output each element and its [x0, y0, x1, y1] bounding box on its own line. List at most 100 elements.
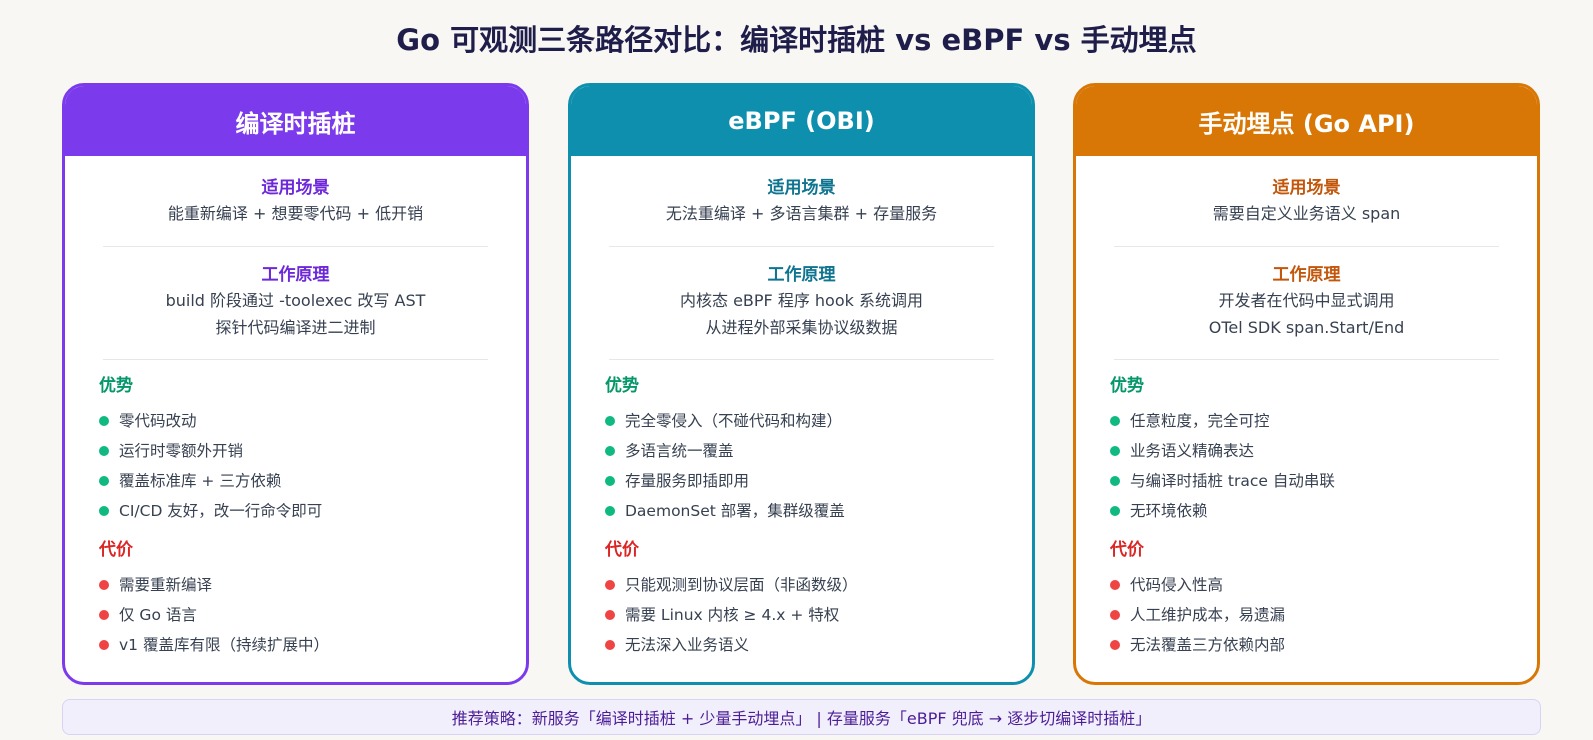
bullet-dot-icon [605, 506, 615, 516]
pros-title: 优势 [99, 376, 133, 396]
pros-list: 任意粒度，完全可控 业务语义精确表达 与编译时插桩 trace 自动串联 无环境… [1110, 406, 1537, 526]
bullet-dot-icon [99, 416, 109, 426]
pro-text: 存量服务即插即用 [625, 472, 750, 490]
pro-text: 完全零侵入（不碰代码和构建） [625, 412, 843, 430]
con-text: 只能观测到协议层面（非函数级） [625, 576, 858, 594]
con-text: 需要 Linux 内核 ≥ 4.x + 特权 [625, 606, 840, 624]
list-item: 需要重新编译 [99, 570, 526, 600]
scene-title: 适用场景 [261, 178, 330, 198]
cons-title: 代价 [1110, 540, 1144, 560]
list-item: 业务语义精确表达 [1110, 436, 1537, 466]
list-item: 完全零侵入（不碰代码和构建） [605, 406, 1032, 436]
scene-title: 适用场景 [767, 178, 836, 198]
principle-line: OTel SDK span.Start/End [1208, 318, 1405, 337]
bullet-dot-icon [605, 580, 615, 590]
bullet-dot-icon [1110, 416, 1120, 426]
scene-section: 适用场景 能重新编译 + 想要零代码 + 低开销 [65, 156, 526, 246]
pro-text: 任意粒度，完全可控 [1130, 412, 1270, 430]
bullet-dot-icon [605, 446, 615, 456]
principle-line: 开发者在代码中显式调用 [1218, 291, 1395, 310]
recommendation-banner: 推荐策略：新服务「编译时插桩 + 少量手动埋点」 | 存量服务「eBPF 兜底 … [62, 699, 1541, 735]
list-item: 多语言统一覆盖 [605, 436, 1032, 466]
list-item: 人工维护成本，易遗漏 [1110, 600, 1537, 630]
scene-text: 能重新编译 + 想要零代码 + 低开销 [167, 204, 424, 223]
list-item: CI/CD 友好，改一行命令即可 [99, 496, 526, 526]
pros-title: 优势 [1110, 376, 1144, 396]
con-text: 无法深入业务语义 [625, 636, 750, 654]
list-item: 需要 Linux 内核 ≥ 4.x + 特权 [605, 600, 1032, 630]
pro-text: CI/CD 友好，改一行命令即可 [119, 502, 323, 520]
pros-title: 优势 [605, 376, 639, 396]
principle-title: 工作原理 [261, 265, 330, 285]
scene-text: 无法重编译 + 多语言集群 + 存量服务 [665, 204, 938, 223]
pro-text: 无环境依赖 [1130, 502, 1208, 520]
principle-line: 从进程外部采集协议级数据 [705, 318, 898, 337]
card-manual-instrumentation: 手动埋点 (Go API) 适用场景 需要自定义业务语义 span 工作原理 开… [1073, 83, 1540, 685]
list-item: 与编译时插桩 trace 自动串联 [1110, 466, 1537, 496]
bullet-dot-icon [1110, 580, 1120, 590]
pros-cons-block: 优势 零代码改动 运行时零额外开销 覆盖标准库 + 三方依赖 CI/CD 友好，… [65, 374, 526, 660]
card-header: eBPF (OBI) [571, 86, 1032, 156]
list-item: 零代码改动 [99, 406, 526, 436]
list-item: v1 覆盖库有限（持续扩展中） [99, 630, 526, 660]
bullet-dot-icon [99, 610, 109, 620]
bullet-dot-icon [1110, 476, 1120, 486]
list-item: 无法深入业务语义 [605, 630, 1032, 660]
divider [1114, 359, 1499, 360]
cons-title: 代价 [605, 540, 639, 560]
bullet-dot-icon [1110, 446, 1120, 456]
list-item: 仅 Go 语言 [99, 600, 526, 630]
bullet-dot-icon [99, 640, 109, 650]
card-compile-instrumentation: 编译时插桩 适用场景 能重新编译 + 想要零代码 + 低开销 工作原理 buil… [62, 83, 529, 685]
card-header: 手动埋点 (Go API) [1076, 86, 1537, 156]
list-item: 无环境依赖 [1110, 496, 1537, 526]
bullet-dot-icon [99, 446, 109, 456]
bullet-dot-icon [605, 416, 615, 426]
principle-title: 工作原理 [1272, 265, 1341, 285]
bullet-dot-icon [605, 640, 615, 650]
bullet-dot-icon [99, 580, 109, 590]
cons-list: 代码侵入性高 人工维护成本，易遗漏 无法覆盖三方依赖内部 [1110, 570, 1537, 660]
pros-list: 零代码改动 运行时零额外开销 覆盖标准库 + 三方依赖 CI/CD 友好，改一行… [99, 406, 526, 526]
list-item: 代码侵入性高 [1110, 570, 1537, 600]
pro-text: 运行时零额外开销 [119, 442, 244, 460]
list-item: 运行时零额外开销 [99, 436, 526, 466]
cons-list: 需要重新编译 仅 Go 语言 v1 覆盖库有限（持续扩展中） [99, 570, 526, 660]
pros-cons-block: 优势 任意粒度，完全可控 业务语义精确表达 与编译时插桩 trace 自动串联 … [1076, 374, 1537, 660]
cons-title: 代价 [99, 540, 133, 560]
cons-list: 只能观测到协议层面（非函数级） 需要 Linux 内核 ≥ 4.x + 特权 无… [605, 570, 1032, 660]
bullet-dot-icon [99, 506, 109, 516]
divider [103, 359, 488, 360]
list-item: 只能观测到协议层面（非函数级） [605, 570, 1032, 600]
bullet-dot-icon [1110, 640, 1120, 650]
scene-section: 适用场景 需要自定义业务语义 span [1076, 156, 1537, 246]
bullet-dot-icon [605, 610, 615, 620]
list-item: 任意粒度，完全可控 [1110, 406, 1537, 436]
pro-text: 与编译时插桩 trace 自动串联 [1130, 472, 1335, 490]
list-item: DaemonSet 部署，集群级覆盖 [605, 496, 1032, 526]
bullet-dot-icon [1110, 506, 1120, 516]
list-item: 覆盖标准库 + 三方依赖 [99, 466, 526, 496]
list-item: 存量服务即插即用 [605, 466, 1032, 496]
con-text: 仅 Go 语言 [119, 606, 197, 624]
pro-text: 多语言统一覆盖 [625, 442, 734, 460]
con-text: v1 覆盖库有限（持续扩展中） [119, 636, 329, 654]
principle-section: 工作原理 内核态 eBPF 程序 hook 系统调用 从进程外部采集协议级数据 [571, 247, 1032, 359]
con-text: 人工维护成本，易遗漏 [1130, 606, 1286, 624]
pros-list: 完全零侵入（不碰代码和构建） 多语言统一覆盖 存量服务即插即用 DaemonSe… [605, 406, 1032, 526]
principle-line: build 阶段通过 -toolexec 改写 AST [165, 291, 426, 310]
page: Go 可观测三条路径对比：编译时插桩 vs eBPF vs 手动埋点 编译时插桩… [0, 0, 1593, 740]
pro-text: 覆盖标准库 + 三方依赖 [119, 472, 282, 490]
bullet-dot-icon [99, 476, 109, 486]
pro-text: 业务语义精确表达 [1130, 442, 1255, 460]
con-text: 无法覆盖三方依赖内部 [1130, 636, 1286, 654]
con-text: 需要重新编译 [119, 576, 213, 594]
card-ebpf: eBPF (OBI) 适用场景 无法重编译 + 多语言集群 + 存量服务 工作原… [568, 83, 1035, 685]
principle-line: 探针代码编译进二进制 [215, 318, 376, 337]
pro-text: DaemonSet 部署，集群级覆盖 [625, 502, 845, 520]
card-header: 编译时插桩 [65, 86, 526, 156]
scene-text: 需要自定义业务语义 span [1212, 204, 1401, 223]
list-item: 无法覆盖三方依赖内部 [1110, 630, 1537, 660]
principle-section: 工作原理 build 阶段通过 -toolexec 改写 AST 探针代码编译进… [65, 247, 526, 359]
scene-title: 适用场景 [1272, 178, 1341, 198]
